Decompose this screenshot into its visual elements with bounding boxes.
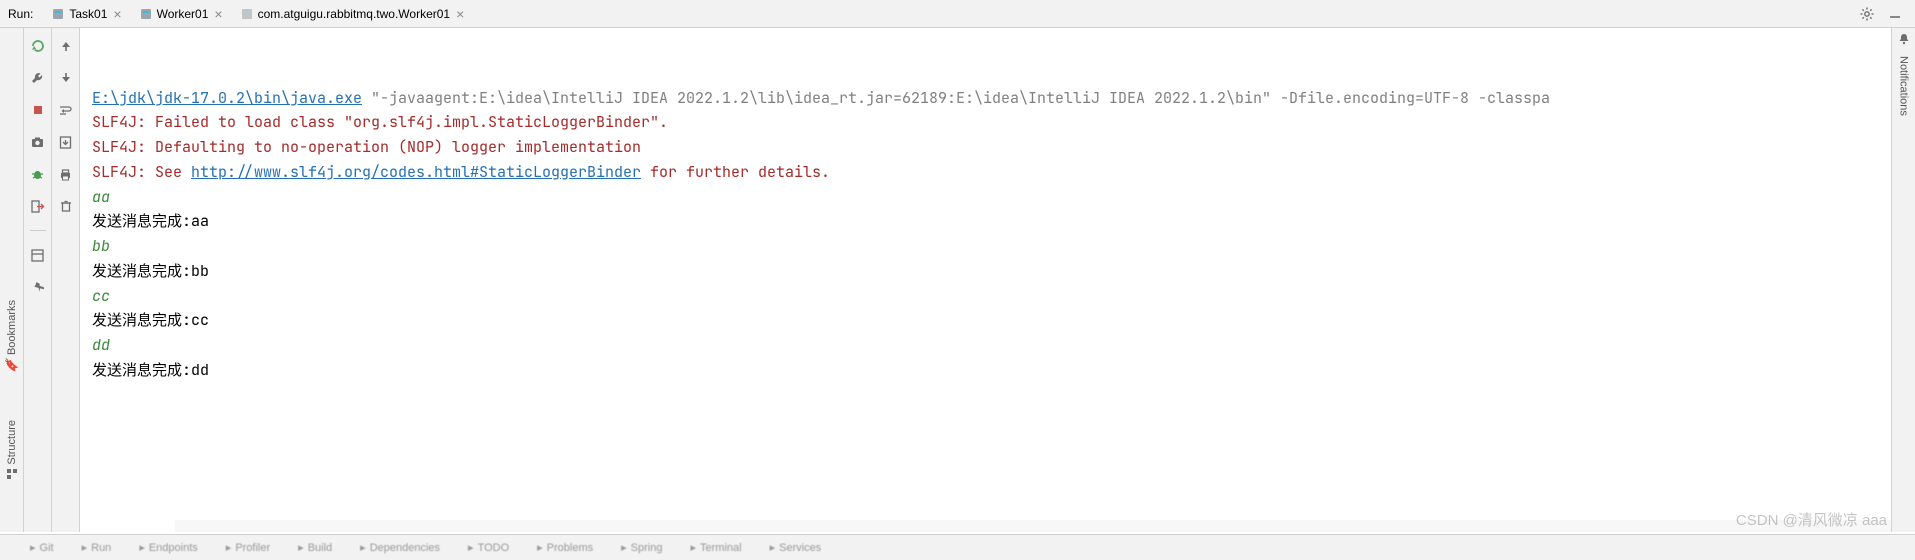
up-arrow-icon[interactable] — [56, 36, 76, 56]
app-icon — [51, 7, 65, 21]
run-toolbar-primary — [24, 28, 52, 532]
bottom-tool-problems[interactable]: ▸Problems — [537, 541, 593, 554]
console-text: SLF4J: Failed to load class "org.slf4j.i… — [92, 112, 668, 132]
bookmarks-tool[interactable]: Bookmarks — [4, 296, 20, 359]
down-arrow-icon[interactable] — [56, 68, 76, 88]
console-text: SLF4J: See — [92, 162, 191, 182]
bottom-tool-spring[interactable]: ▸Spring — [621, 541, 662, 554]
close-icon[interactable]: × — [214, 7, 222, 21]
bottom-tool-run[interactable]: ▸Run — [82, 541, 112, 554]
scroll-to-end-icon[interactable] — [56, 132, 76, 152]
tab-task01[interactable]: Task01 × — [43, 0, 130, 27]
structure-icon — [6, 468, 18, 483]
left-gutter: Bookmarks 🔖 Structure — [0, 28, 24, 532]
console-text[interactable]: http://www.slf4j.org/codes.html#StaticLo… — [191, 162, 641, 182]
console-output[interactable]: E:\jdk\jdk-17.0.2\bin\java.exe "-javaage… — [80, 28, 1891, 532]
console-line: aa — [92, 185, 1879, 210]
exit-icon[interactable] — [28, 196, 48, 216]
debug-icon[interactable] — [28, 164, 48, 184]
run-toolbar-secondary — [52, 28, 80, 532]
tab-label: com.atguigu.rabbitmq.two.Worker01 — [258, 7, 451, 21]
console-text: 发送消息完成:aa — [92, 211, 209, 231]
tab-worker01[interactable]: Worker01 × — [131, 0, 232, 27]
console-text: bb — [92, 236, 110, 256]
console-text: aa — [92, 187, 110, 207]
bottom-tool-git[interactable]: ▸Git — [30, 541, 54, 554]
horizontal-scrollbar[interactable] — [175, 520, 1891, 532]
stop-button[interactable] — [28, 100, 48, 120]
structure-tool[interactable]: Structure — [4, 416, 20, 469]
tab-worker01-fqn[interactable]: com.atguigu.rabbitmq.two.Worker01 × — [232, 0, 474, 27]
console-line: 发送消息完成:bb — [92, 259, 1879, 284]
run-tab-bar: Run: Task01 × Worker01 × com.atguigu.rab… — [0, 0, 1915, 28]
console-line: bb — [92, 234, 1879, 259]
rerun-button[interactable] — [28, 36, 48, 56]
console-text: 发送消息完成:cc — [92, 310, 209, 330]
bell-icon[interactable] — [1897, 32, 1911, 49]
console-text: 发送消息完成:bb — [92, 261, 209, 281]
bottom-tool-todo[interactable]: ▸TODO — [468, 541, 509, 554]
console-text[interactable]: E:\jdk\jdk-17.0.2\bin\java.exe — [92, 88, 362, 108]
bottom-tool-endpoints[interactable]: ▸Endpoints — [139, 541, 197, 554]
app-icon — [139, 7, 153, 21]
trash-icon[interactable] — [56, 196, 76, 216]
right-gutter: Notifications — [1891, 28, 1915, 532]
console-text: SLF4J: Defaulting to no-operation (NOP) … — [92, 137, 641, 157]
run-label: Run: — [8, 7, 33, 21]
close-icon[interactable]: × — [113, 7, 121, 21]
console-text: cc — [92, 286, 110, 306]
soft-wrap-icon[interactable] — [56, 100, 76, 120]
bottom-tool-terminal[interactable]: ▸Terminal — [690, 541, 741, 554]
console-line: 发送消息完成:aa — [92, 209, 1879, 234]
bottom-tool-services[interactable]: ▸Services — [770, 541, 822, 554]
console-line: E:\jdk\jdk-17.0.2\bin\java.exe "-javaage… — [92, 86, 1879, 111]
minimize-icon[interactable] — [1885, 4, 1905, 24]
bookmark-icon: 🔖 — [4, 358, 19, 372]
gear-icon[interactable] — [1857, 4, 1877, 24]
tab-label: Worker01 — [157, 7, 209, 21]
bottom-tool-bar: ▸Git ▸Run ▸Endpoints ▸Profiler ▸Build ▸Depend… — [0, 534, 1915, 560]
bottom-tool-profiler[interactable]: ▸Profiler — [226, 541, 270, 554]
console-line: SLF4J: See http://www.slf4j.org/codes.ht… — [92, 160, 1879, 185]
console-line: 发送消息完成:dd — [92, 358, 1879, 383]
app-icon — [240, 7, 254, 21]
pin-icon[interactable] — [28, 277, 48, 297]
console-text: dd — [92, 335, 110, 355]
print-icon[interactable] — [56, 164, 76, 184]
close-icon[interactable]: × — [456, 7, 464, 21]
console-text: for further details. — [641, 162, 830, 182]
console-line: cc — [92, 284, 1879, 309]
console-text: "-javaagent:E:\idea\IntelliJ IDEA 2022.1… — [362, 88, 1550, 108]
wrench-icon[interactable] — [28, 68, 48, 88]
console-text: 发送消息完成:dd — [92, 360, 209, 380]
console-line: dd — [92, 333, 1879, 358]
bottom-tool-build[interactable]: ▸Build — [298, 541, 332, 554]
console-line: 发送消息完成:cc — [92, 308, 1879, 333]
console-line: SLF4J: Defaulting to no-operation (NOP) … — [92, 135, 1879, 160]
bottom-tool-dependencies[interactable]: ▸Dependencies — [360, 541, 440, 554]
notifications-tool[interactable]: Notifications — [1898, 56, 1910, 116]
tab-label: Task01 — [69, 7, 107, 21]
console-line: SLF4J: Failed to load class "org.slf4j.i… — [92, 110, 1879, 135]
layout-icon[interactable] — [28, 245, 48, 265]
camera-icon[interactable] — [28, 132, 48, 152]
